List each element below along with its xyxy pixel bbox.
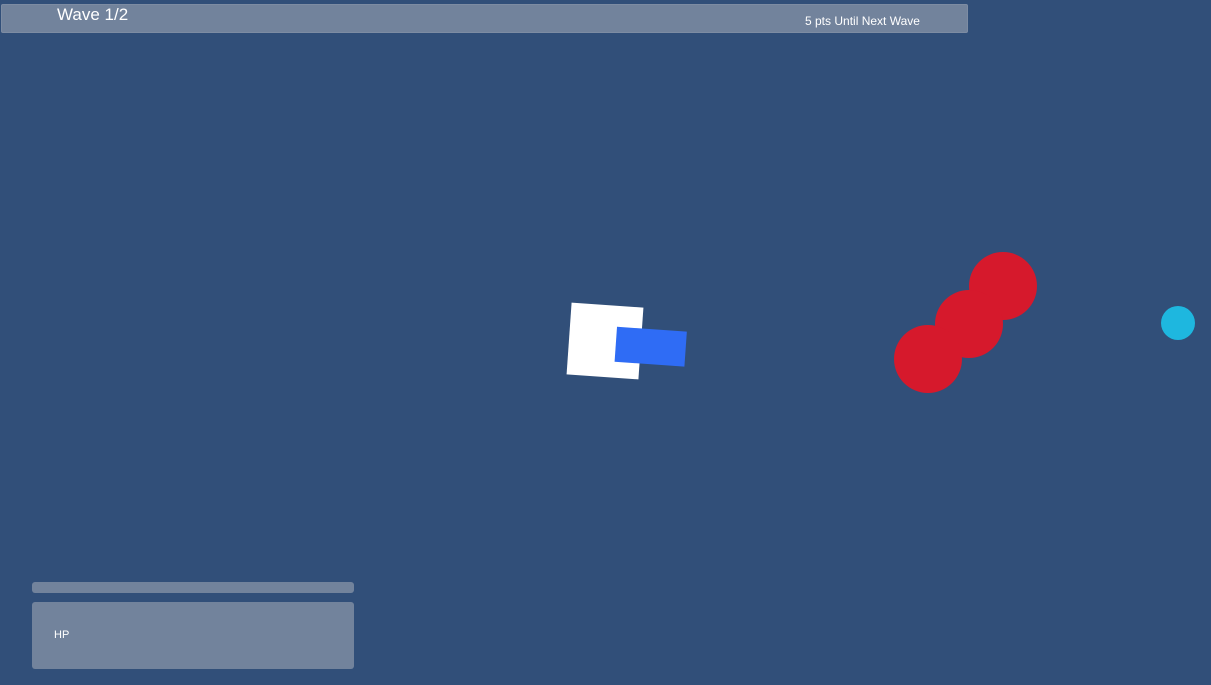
game-canvas[interactable]: Wave 1/2 5 pts Until Next Wave HP (0, 0, 1211, 685)
wave-counter: Wave 1/2 (57, 5, 129, 24)
hp-label: HP (54, 629, 70, 641)
next-wave-points: 5 pts Until Next Wave (805, 14, 920, 28)
player-cannon (614, 326, 687, 367)
player-tank (566, 302, 687, 380)
hp-panel: HP (32, 602, 354, 669)
enemy (894, 325, 962, 393)
hp-bar-fill (32, 582, 354, 593)
hp-bar (32, 582, 354, 593)
pickup-orb (1161, 306, 1195, 340)
